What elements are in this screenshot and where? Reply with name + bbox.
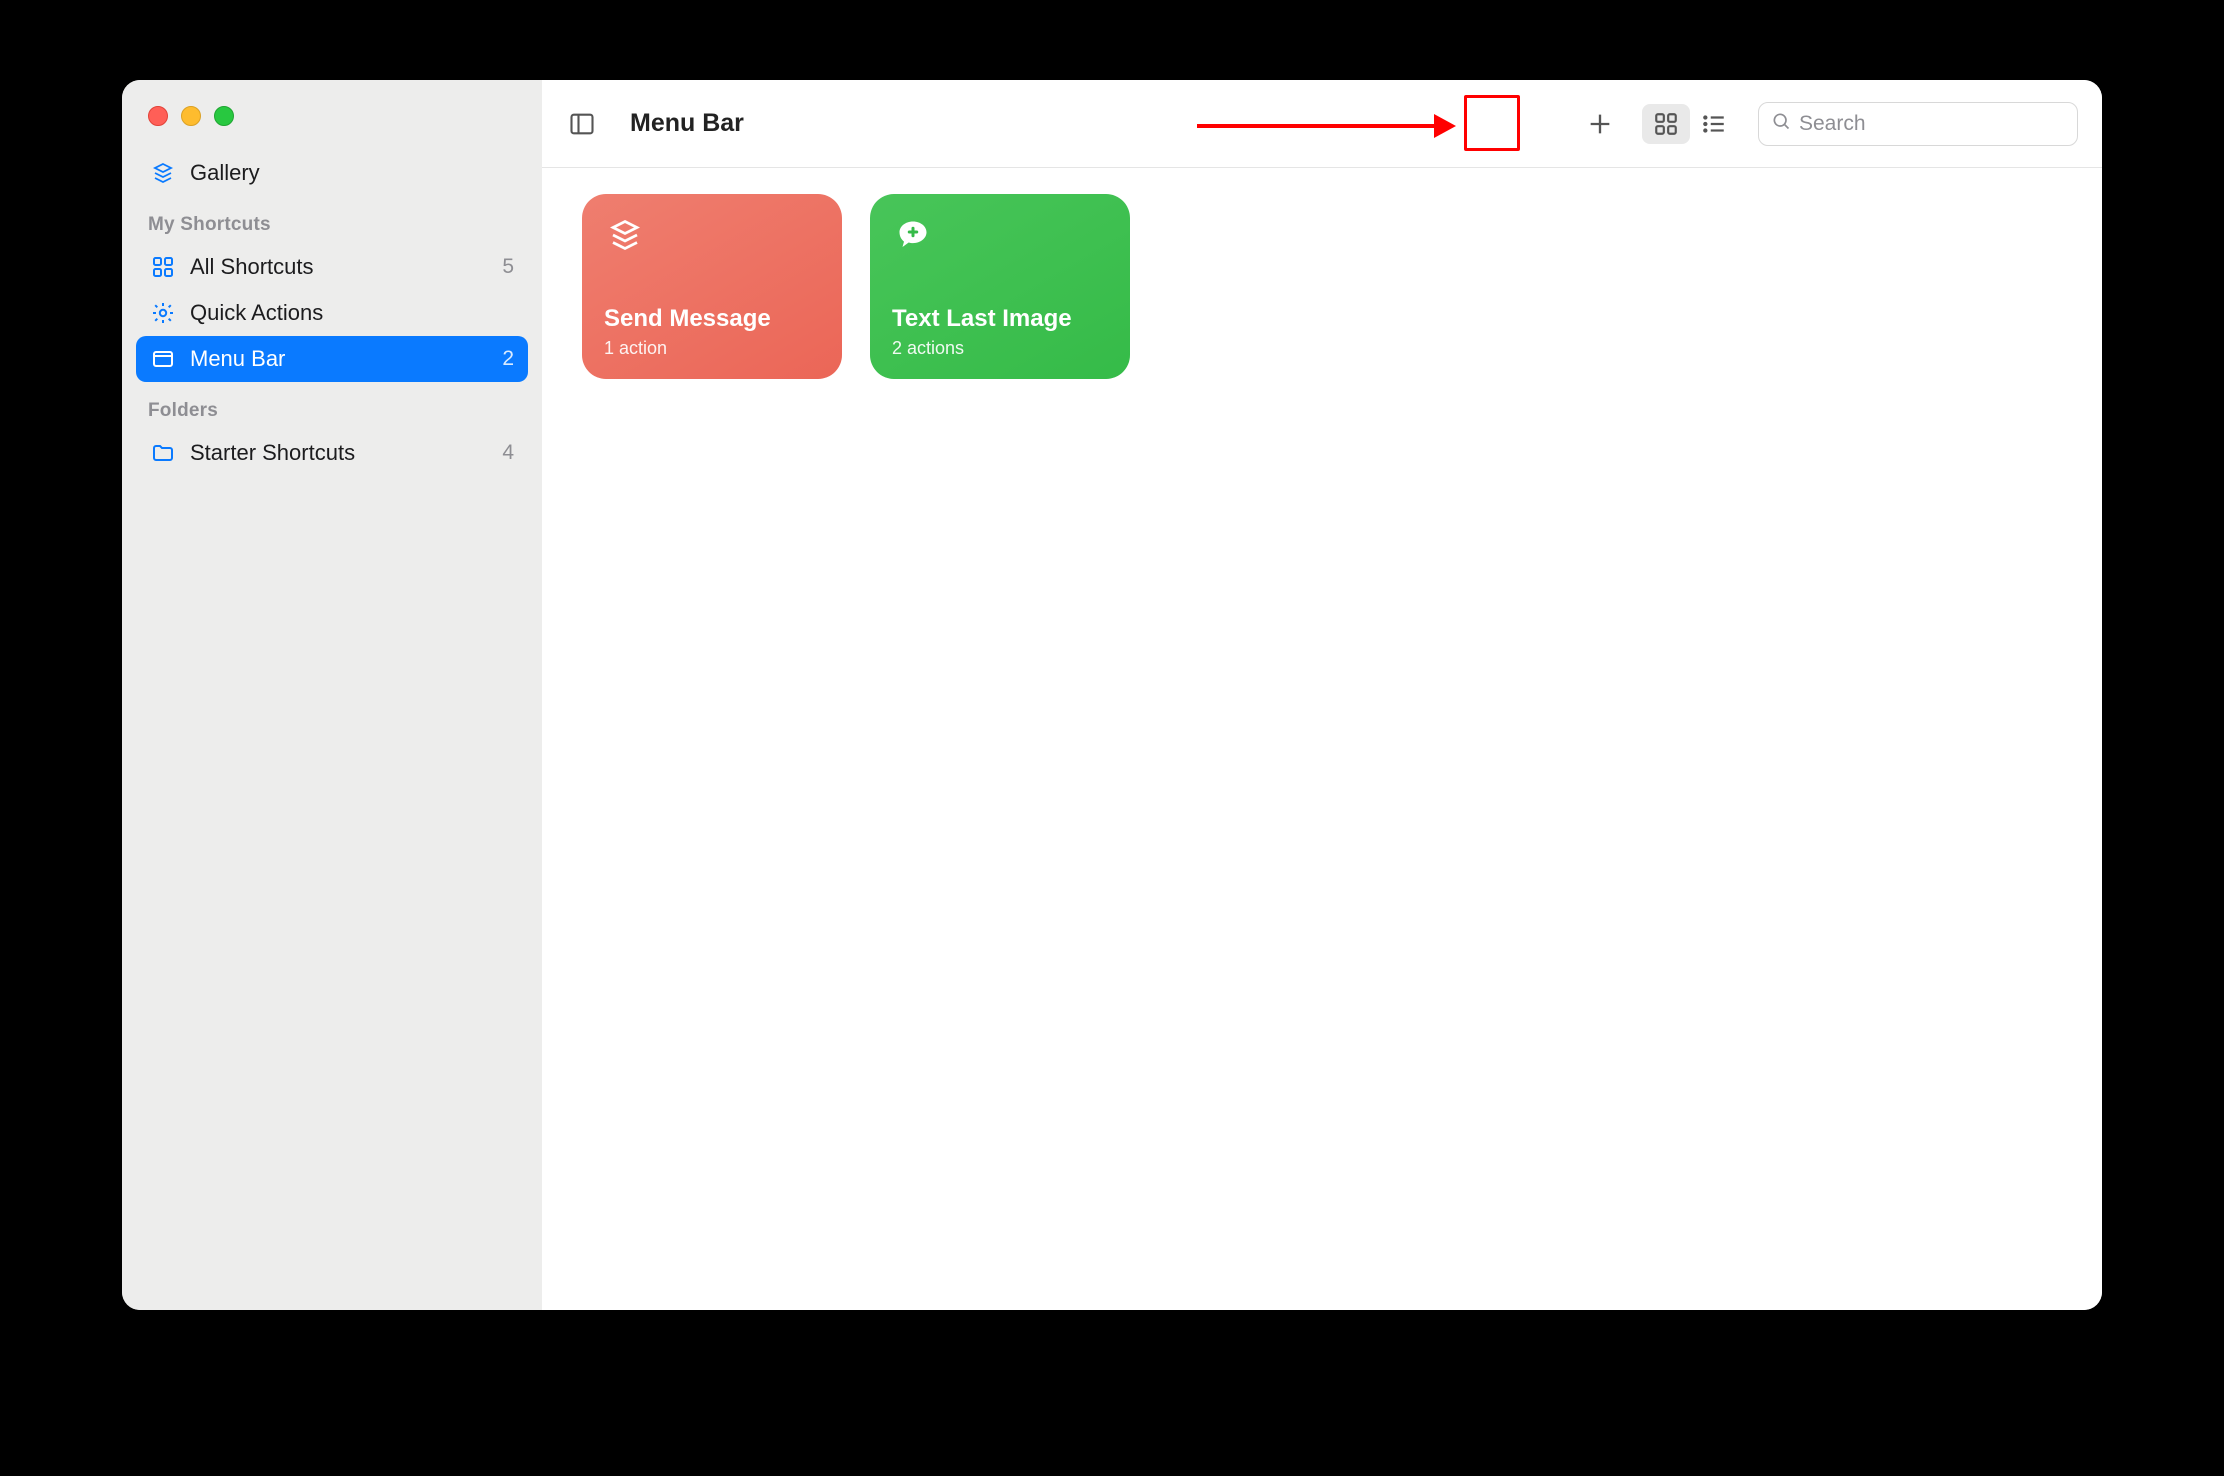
sidebar: Gallery My Shortcuts All Shortcuts 5 (122, 80, 542, 1310)
window-controls (122, 98, 542, 150)
sidebar-item-quick-actions[interactable]: Quick Actions (136, 290, 528, 336)
shortcut-title: Text Last Image (892, 305, 1108, 334)
sidebar-heading-folders: Folders (136, 382, 528, 430)
app-window: Gallery My Shortcuts All Shortcuts 5 (122, 80, 2102, 1310)
sidebar-item-label: Starter Shortcuts (190, 440, 488, 466)
shortcut-title: Send Message (604, 305, 820, 334)
toggle-sidebar-button[interactable] (560, 104, 604, 144)
sidebar-item-starter-shortcuts[interactable]: Starter Shortcuts 4 (136, 430, 528, 476)
toolbar: Menu Bar (542, 80, 2102, 168)
comment-plus-icon (892, 214, 934, 256)
sidebar-item-menu-bar[interactable]: Menu Bar 2 (136, 336, 528, 382)
search-icon (1771, 111, 1791, 136)
shortcut-subtitle: 2 actions (892, 338, 1108, 359)
main-pane: Menu Bar (542, 80, 2102, 1310)
sidebar-heading-my-shortcuts: My Shortcuts (136, 196, 528, 244)
sidebar-item-count: 2 (502, 347, 514, 371)
view-toggle (1642, 104, 1738, 144)
sidebar-item-label: Gallery (190, 160, 514, 186)
sidebar-item-label: Menu Bar (190, 346, 488, 372)
list-view-button[interactable] (1690, 104, 1738, 144)
shortcut-grid: Send Message 1 action Text Last Image 2 … (542, 168, 2102, 1310)
sidebar-item-count: 5 (502, 255, 514, 279)
sidebar-item-label: All Shortcuts (190, 254, 488, 280)
folder-icon (150, 440, 176, 466)
sidebar-item-gallery[interactable]: Gallery (136, 150, 528, 196)
search-field[interactable] (1758, 102, 2078, 146)
layers-icon (604, 214, 646, 256)
sidebar-item-label: Quick Actions (190, 300, 500, 326)
page-title: Menu Bar (630, 109, 744, 138)
minimize-window-button[interactable] (181, 106, 201, 126)
sidebar-item-count: 4 (502, 441, 514, 465)
gear-icon (150, 300, 176, 326)
shortcut-card-text-last-image[interactable]: Text Last Image 2 actions (870, 194, 1130, 379)
grid-icon (150, 254, 176, 280)
menubar-icon (150, 346, 176, 372)
add-shortcut-button[interactable] (1578, 104, 1622, 144)
fullscreen-window-button[interactable] (214, 106, 234, 126)
shortcut-subtitle: 1 action (604, 338, 820, 359)
search-input[interactable] (1799, 112, 2070, 136)
grid-view-button[interactable] (1642, 104, 1690, 144)
close-window-button[interactable] (148, 106, 168, 126)
shortcut-card-send-message[interactable]: Send Message 1 action (582, 194, 842, 379)
sidebar-item-all-shortcuts[interactable]: All Shortcuts 5 (136, 244, 528, 290)
gallery-icon (150, 160, 176, 186)
